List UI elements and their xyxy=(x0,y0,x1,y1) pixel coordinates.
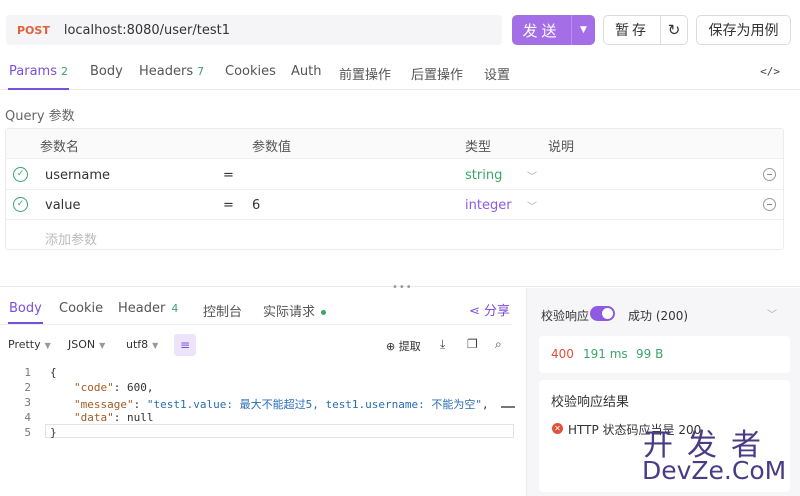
language-select[interactable]: JSON ▼ xyxy=(68,338,105,351)
code-line: "data": null xyxy=(74,411,154,424)
send-label[interactable]: 发送 xyxy=(512,20,571,41)
tab-body[interactable]: Body xyxy=(90,64,123,79)
table-row: ✓ value = 6 integer ﹀ xyxy=(6,190,783,220)
share-button[interactable]: ⋖ 分享 xyxy=(469,300,510,319)
tab-response-cookie[interactable]: Cookie xyxy=(59,301,103,316)
reset-icon[interactable]: ↻ xyxy=(660,15,688,45)
tab-actual-request[interactable]: 实际请求 xyxy=(263,301,327,320)
encoding-select[interactable]: utf8 ▼ xyxy=(126,338,158,351)
tab-post-ops[interactable]: 后置操作 xyxy=(411,64,463,83)
param-type[interactable]: integer xyxy=(465,198,512,213)
error-icon: ✕ xyxy=(552,423,563,434)
chevron-down-icon[interactable]: ﹀ xyxy=(527,198,537,213)
param-type[interactable]: string xyxy=(465,168,502,183)
save-as-case-button[interactable]: 保存为用例 xyxy=(696,15,791,45)
response-time: 191 ms xyxy=(583,347,628,361)
check-icon[interactable]: ✓ xyxy=(13,167,28,182)
wrap-icon[interactable]: ≡ xyxy=(174,334,196,356)
col-name: 参数名 xyxy=(40,140,80,155)
query-params-title: Query 参数 xyxy=(5,109,75,124)
url-bar[interactable]: POST localhost:8080/user/test1 xyxy=(6,15,502,45)
tab-params[interactable]: Params 2 xyxy=(8,64,69,90)
drag-handle-icon[interactable]: ••• xyxy=(392,282,413,293)
request-tabs: Params 2 Body Headers 7 Cookies Auth 前置操作 … xyxy=(0,58,800,90)
status-dot xyxy=(321,310,327,315)
extract-icon: ⊕ xyxy=(386,340,396,353)
table-header: 参数名 参数值 类型 说明 xyxy=(6,129,783,159)
tab-pre-ops[interactable]: 前置操作 xyxy=(339,64,391,83)
extract-button[interactable]: ⊕ 提取 xyxy=(386,338,421,354)
code-line: { xyxy=(50,366,57,379)
param-name[interactable]: value xyxy=(45,198,81,213)
param-eq: = xyxy=(223,168,234,183)
validate-toggle[interactable] xyxy=(590,306,615,321)
response-size: 99 B xyxy=(636,347,664,361)
success-select[interactable]: 成功 (200) xyxy=(628,307,688,324)
tab-cookies[interactable]: Cookies xyxy=(225,64,276,79)
response-editor[interactable]: 1 { 2 "code": 600, 3 "message": "test1.v… xyxy=(5,364,515,494)
tab-response-header[interactable]: Header 4 xyxy=(118,301,178,316)
chevron-down-icon[interactable]: ﹀ xyxy=(527,168,537,183)
share-icon: ⋖ xyxy=(469,304,480,319)
line-number: 2 xyxy=(24,381,31,394)
http-method[interactable]: POST xyxy=(17,24,50,37)
response-stats: 400 191 ms 99 B xyxy=(539,336,790,373)
param-value[interactable]: 6 xyxy=(252,198,260,213)
header-count: 4 xyxy=(171,302,179,315)
url-input[interactable]: localhost:8080/user/test1 xyxy=(64,23,230,38)
send-button[interactable]: 发送 ▼ xyxy=(512,15,595,45)
params-count: 2 xyxy=(60,65,68,78)
col-desc: 说明 xyxy=(548,140,575,155)
search-icon[interactable]: ⌕ xyxy=(495,337,502,352)
remove-icon[interactable] xyxy=(763,198,776,211)
code-line: } xyxy=(50,426,57,439)
chevron-down-icon[interactable]: ▼ xyxy=(572,25,595,35)
format-select[interactable]: Pretty ▼ xyxy=(8,338,51,351)
add-param-placeholder[interactable]: 添加参数 xyxy=(45,229,97,248)
line-number: 1 xyxy=(24,366,31,379)
col-value: 参数值 xyxy=(252,140,292,155)
code-icon[interactable]: </> xyxy=(760,65,780,78)
code-line: "message": "test1.value: 最大不能超过5, test1.… xyxy=(74,398,489,411)
tab-settings[interactable]: 设置 xyxy=(484,64,510,83)
remove-icon[interactable] xyxy=(763,168,776,181)
table-row: ✓ username = string ﹀ xyxy=(6,160,783,190)
status-code: 400 xyxy=(551,347,574,361)
response-toolbar: Pretty ▼ JSON ▼ utf8 ▼ ≡ ⊕ 提取 ⤓ ❐ ⌕ xyxy=(0,334,512,358)
watermark-site: DevZe.CoM xyxy=(642,456,787,485)
line-number: 3 xyxy=(24,396,31,409)
tab-console[interactable]: 控制台 xyxy=(203,301,242,320)
scroll-marker xyxy=(501,406,515,408)
copy-icon[interactable]: ❐ xyxy=(467,337,478,351)
current-line-highlight xyxy=(45,424,514,438)
save-temp-button[interactable]: 暂存 xyxy=(603,15,661,45)
chevron-down-icon[interactable]: ﹀ xyxy=(767,306,777,321)
tab-headers[interactable]: Headers 7 xyxy=(139,64,204,79)
download-icon[interactable]: ⤓ xyxy=(440,337,445,352)
tab-auth[interactable]: Auth xyxy=(291,64,321,79)
result-title: 校验响应结果 xyxy=(551,395,630,410)
response-tabs: Body Cookie Header 4 控制台 实际请求 xyxy=(0,298,512,326)
line-number: 4 xyxy=(24,411,31,424)
params-table: 参数名 参数值 类型 说明 ✓ username = string ﹀ ✓ va… xyxy=(5,128,784,250)
line-number: 5 xyxy=(24,426,31,439)
tab-response-body[interactable]: Body xyxy=(8,301,43,324)
param-eq: = xyxy=(223,198,234,213)
divider xyxy=(0,324,512,325)
validate-label: 校验响应 xyxy=(541,309,590,323)
param-name[interactable]: username xyxy=(45,168,110,183)
headers-count: 7 xyxy=(197,65,205,78)
add-param-row[interactable]: 添加参数 xyxy=(6,221,783,251)
col-type: 类型 xyxy=(465,140,492,155)
code-line: "code": 600, xyxy=(74,381,154,394)
check-icon[interactable]: ✓ xyxy=(13,197,28,212)
